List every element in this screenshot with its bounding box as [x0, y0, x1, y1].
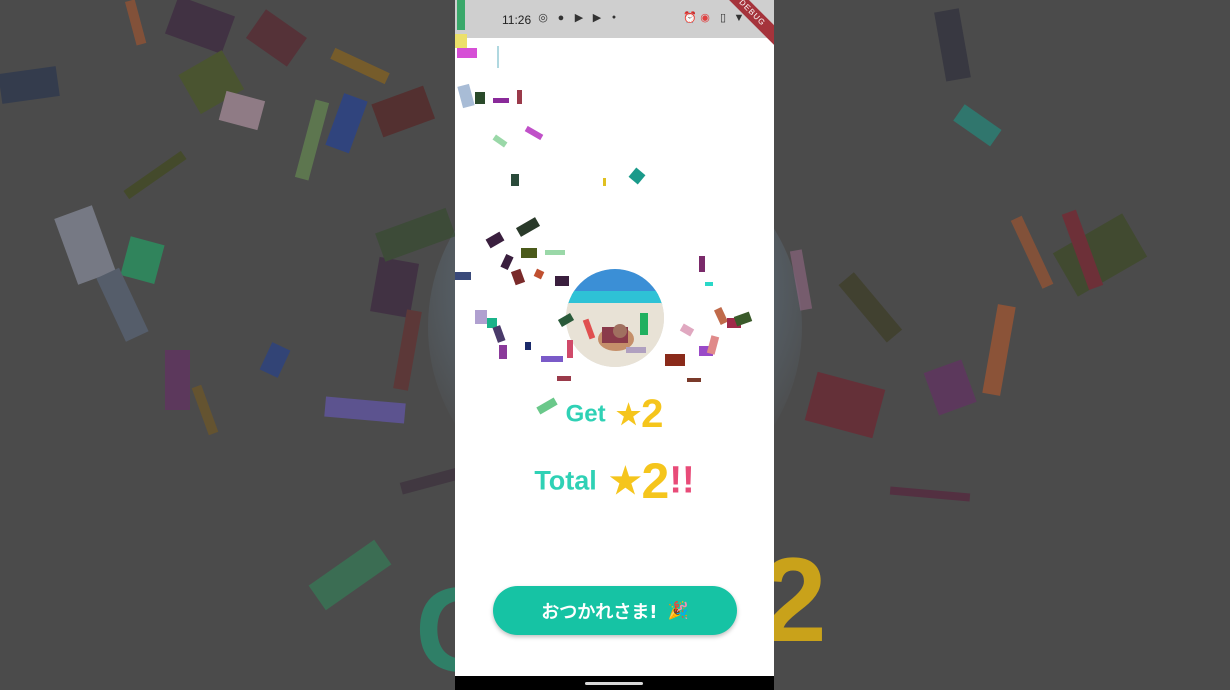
star-icon: ★ — [609, 460, 642, 501]
total-stars-line: Total ★2!! — [455, 452, 774, 510]
debug-banner: DEBUG — [711, 0, 774, 54]
phone-screen: 11:26 ◎ ● ▶ ▶ ● ⏰ ◉ ▯ ▼ DEBUG Get ★2 Tot… — [455, 0, 774, 690]
total-exclamation: !! — [669, 459, 695, 502]
total-count: 2 — [641, 453, 670, 509]
avatar — [566, 269, 664, 367]
record-icon: ◉ — [700, 12, 710, 24]
beach-photo — [566, 269, 664, 367]
status-bar: 11:26 ◎ ● ▶ ▶ ● ⏰ ◉ ▯ ▼ DEBUG — [455, 0, 774, 54]
youtube-icon: ▶ — [574, 12, 584, 24]
done-button[interactable]: おつかれさま! 🎉 — [493, 586, 737, 635]
alarm-icon: ⏰ — [683, 12, 697, 24]
party-popper-icon: 🎉 — [667, 600, 689, 621]
status-time: 11:26 — [502, 13, 532, 27]
get-stars-line: Get ★2 — [455, 392, 774, 437]
vibrate-icon: ▯ — [719, 12, 727, 24]
total-label: Total — [534, 465, 597, 496]
star-icon: ★ — [616, 399, 642, 430]
dot-icon: ● — [611, 14, 617, 21]
youtube-icon: ▶ — [592, 12, 602, 24]
home-handle[interactable] — [585, 682, 643, 685]
camera-icon: ● — [557, 12, 565, 24]
get-count: 2 — [641, 392, 664, 436]
navigation-bar — [455, 676, 774, 690]
done-button-label: おつかれさま! — [541, 601, 658, 623]
target-icon: ◎ — [538, 12, 548, 24]
get-label: Get — [565, 400, 606, 428]
